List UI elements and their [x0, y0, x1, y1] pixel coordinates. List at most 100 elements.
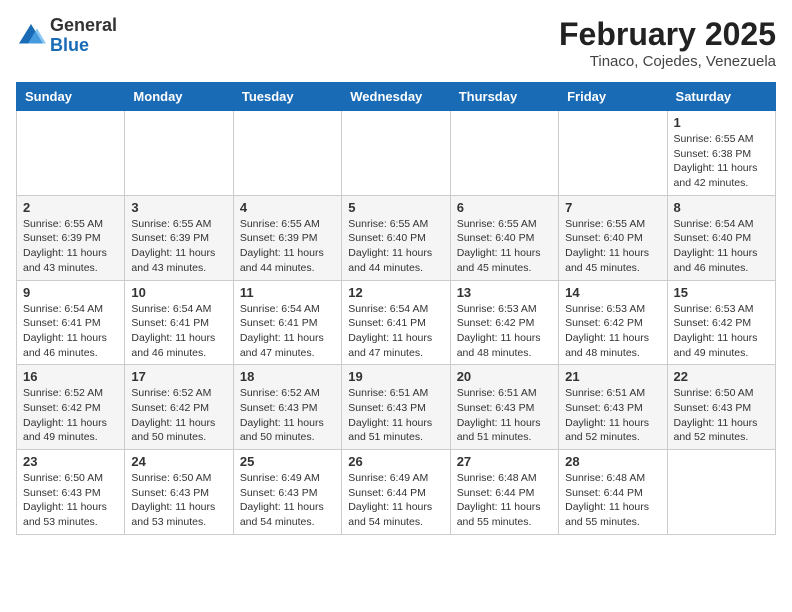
day-number: 25	[240, 454, 335, 469]
day-info: Sunrise: 6:55 AM Sunset: 6:39 PM Dayligh…	[131, 217, 226, 276]
day-number: 9	[23, 285, 118, 300]
calendar-cell: 4Sunrise: 6:55 AM Sunset: 6:39 PM Daylig…	[233, 195, 341, 280]
calendar-cell: 7 Sunrise: 6:55 AM Sunset: 6:40 PM Daylig…	[559, 195, 667, 280]
calendar-cell: 5 Sunrise: 6:55 AM Sunset: 6:40 PM Daylig…	[342, 195, 450, 280]
calendar-week-row: 1 Sunrise: 6:55 AM Sunset: 6:38 PM Daylig…	[17, 111, 776, 196]
day-number: 6	[457, 200, 552, 215]
calendar-week-row: 23 Sunrise: 6:50 AM Sunset: 6:43 PM Dayli…	[17, 450, 776, 535]
logo-text: General Blue	[50, 16, 117, 56]
day-number: 10	[131, 285, 226, 300]
calendar-cell: 17 Sunrise: 6:52 AM Sunset: 6:42 PM Dayli…	[125, 365, 233, 450]
day-number: 14	[565, 285, 660, 300]
day-number: 19	[348, 369, 443, 384]
day-number: 1	[674, 115, 769, 130]
day-number: 23	[23, 454, 118, 469]
calendar-body: 1 Sunrise: 6:55 AM Sunset: 6:38 PM Daylig…	[17, 111, 776, 535]
calendar-cell: 28 Sunrise: 6:48 AM Sunset: 6:44 PM Dayli…	[559, 450, 667, 535]
calendar-cell: 6 Sunrise: 6:55 AM Sunset: 6:40 PM Daylig…	[450, 195, 558, 280]
calendar-cell: 10 Sunrise: 6:54 AM Sunset: 6:41 PM Dayli…	[125, 280, 233, 365]
day-number: 27	[457, 454, 552, 469]
calendar-week-row: 16 Sunrise: 6:52 AM Sunset: 6:42 PM Dayli…	[17, 365, 776, 450]
day-info: Sunrise: 6:51 AM Sunset: 6:43 PM Dayligh…	[457, 386, 552, 445]
day-number: 16	[23, 369, 118, 384]
day-number: 22	[674, 369, 769, 384]
day-info: Sunrise: 6:52 AM Sunset: 6:42 PM Dayligh…	[23, 386, 118, 445]
day-info: Sunrise: 6:52 AM Sunset: 6:42 PM Dayligh…	[131, 386, 226, 445]
calendar-cell: 22Sunrise: 6:50 AM Sunset: 6:43 PM Dayli…	[667, 365, 775, 450]
day-number: 20	[457, 369, 552, 384]
calendar-week-row: 2 Sunrise: 6:55 AM Sunset: 6:39 PM Daylig…	[17, 195, 776, 280]
logo: General Blue	[16, 16, 117, 56]
day-number: 12	[348, 285, 443, 300]
calendar-cell: 24 Sunrise: 6:50 AM Sunset: 6:43 PM Dayli…	[125, 450, 233, 535]
calendar-cell: 2 Sunrise: 6:55 AM Sunset: 6:39 PM Daylig…	[17, 195, 125, 280]
calendar-day-header: Thursday	[450, 83, 558, 111]
logo-blue: Blue	[50, 35, 89, 55]
calendar-day-header: Saturday	[667, 83, 775, 111]
day-number: 18	[240, 369, 335, 384]
calendar-day-header: Wednesday	[342, 83, 450, 111]
day-info: Sunrise: 6:54 AM Sunset: 6:41 PM Dayligh…	[240, 302, 335, 361]
calendar-day-header: Sunday	[17, 83, 125, 111]
calendar-cell: 25Sunrise: 6:49 AM Sunset: 6:43 PM Dayli…	[233, 450, 341, 535]
day-info: Sunrise: 6:50 AM Sunset: 6:43 PM Dayligh…	[131, 471, 226, 530]
calendar-cell: 11 Sunrise: 6:54 AM Sunset: 6:41 PM Dayli…	[233, 280, 341, 365]
day-info: Sunrise: 6:55 AM Sunset: 6:40 PM Dayligh…	[565, 217, 660, 276]
day-info: Sunrise: 6:48 AM Sunset: 6:44 PM Dayligh…	[457, 471, 552, 530]
calendar: SundayMondayTuesdayWednesdayThursdayFrid…	[16, 82, 776, 535]
calendar-cell	[559, 111, 667, 196]
calendar-cell: 15Sunrise: 6:53 AM Sunset: 6:42 PM Dayli…	[667, 280, 775, 365]
day-info: Sunrise: 6:54 AM Sunset: 6:40 PM Dayligh…	[674, 217, 769, 276]
day-info: Sunrise: 6:55 AM Sunset: 6:39 PM Dayligh…	[240, 217, 335, 276]
day-info: Sunrise: 6:51 AM Sunset: 6:43 PM Dayligh…	[565, 386, 660, 445]
calendar-cell: 27 Sunrise: 6:48 AM Sunset: 6:44 PM Dayli…	[450, 450, 558, 535]
calendar-cell: 8 Sunrise: 6:54 AM Sunset: 6:40 PM Daylig…	[667, 195, 775, 280]
calendar-header-row: SundayMondayTuesdayWednesdayThursdayFrid…	[17, 83, 776, 111]
day-info: Sunrise: 6:54 AM Sunset: 6:41 PM Dayligh…	[348, 302, 443, 361]
day-info: Sunrise: 6:48 AM Sunset: 6:44 PM Dayligh…	[565, 471, 660, 530]
calendar-cell: 9 Sunrise: 6:54 AM Sunset: 6:41 PM Daylig…	[17, 280, 125, 365]
day-info: Sunrise: 6:51 AM Sunset: 6:43 PM Dayligh…	[348, 386, 443, 445]
day-number: 28	[565, 454, 660, 469]
day-number: 17	[131, 369, 226, 384]
day-number: 7	[565, 200, 660, 215]
calendar-cell	[342, 111, 450, 196]
calendar-cell: 14 Sunrise: 6:53 AM Sunset: 6:42 PM Dayli…	[559, 280, 667, 365]
calendar-cell: 21 Sunrise: 6:51 AM Sunset: 6:43 PM Dayli…	[559, 365, 667, 450]
day-info: Sunrise: 6:55 AM Sunset: 6:39 PM Dayligh…	[23, 217, 118, 276]
page-subtitle: Tinaco, Cojedes, Venezuela	[559, 53, 776, 70]
day-info: Sunrise: 6:54 AM Sunset: 6:41 PM Dayligh…	[23, 302, 118, 361]
calendar-day-header: Monday	[125, 83, 233, 111]
day-number: 13	[457, 285, 552, 300]
day-number: 8	[674, 200, 769, 215]
calendar-cell: 26 Sunrise: 6:49 AM Sunset: 6:44 PM Dayli…	[342, 450, 450, 535]
day-info: Sunrise: 6:55 AM Sunset: 6:38 PM Dayligh…	[674, 132, 769, 191]
title-area: February 2025 Tinaco, Cojedes, Venezuela	[559, 16, 776, 70]
calendar-cell: 12 Sunrise: 6:54 AM Sunset: 6:41 PM Dayli…	[342, 280, 450, 365]
calendar-cell: 3 Sunrise: 6:55 AM Sunset: 6:39 PM Daylig…	[125, 195, 233, 280]
day-number: 21	[565, 369, 660, 384]
calendar-week-row: 9 Sunrise: 6:54 AM Sunset: 6:41 PM Daylig…	[17, 280, 776, 365]
logo-general: General	[50, 15, 117, 35]
calendar-day-header: Friday	[559, 83, 667, 111]
calendar-cell: 16 Sunrise: 6:52 AM Sunset: 6:42 PM Dayli…	[17, 365, 125, 450]
day-info: Sunrise: 6:50 AM Sunset: 6:43 PM Dayligh…	[23, 471, 118, 530]
calendar-cell	[450, 111, 558, 196]
day-info: Sunrise: 6:54 AM Sunset: 6:41 PM Dayligh…	[131, 302, 226, 361]
day-info: Sunrise: 6:55 AM Sunset: 6:40 PM Dayligh…	[348, 217, 443, 276]
day-info: Sunrise: 6:55 AM Sunset: 6:40 PM Dayligh…	[457, 217, 552, 276]
day-number: 3	[131, 200, 226, 215]
day-number: 24	[131, 454, 226, 469]
day-info: Sunrise: 6:49 AM Sunset: 6:44 PM Dayligh…	[348, 471, 443, 530]
day-number: 2	[23, 200, 118, 215]
day-info: Sunrise: 6:53 AM Sunset: 6:42 PM Dayligh…	[565, 302, 660, 361]
header: General Blue February 2025 Tinaco, Cojed…	[16, 16, 776, 70]
day-info: Sunrise: 6:52 AM Sunset: 6:43 PM Dayligh…	[240, 386, 335, 445]
day-info: Sunrise: 6:53 AM Sunset: 6:42 PM Dayligh…	[457, 302, 552, 361]
day-number: 11	[240, 285, 335, 300]
day-info: Sunrise: 6:53 AM Sunset: 6:42 PM Dayligh…	[674, 302, 769, 361]
calendar-cell: 18 Sunrise: 6:52 AM Sunset: 6:43 PM Dayli…	[233, 365, 341, 450]
day-number: 26	[348, 454, 443, 469]
day-number: 5	[348, 200, 443, 215]
logo-icon	[16, 21, 46, 51]
